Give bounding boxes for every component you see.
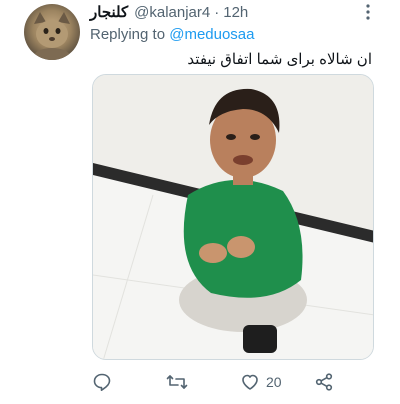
tweet[interactable]: کلنجار @kalanjar4 · 12h Replying to @med… [0, 0, 400, 404]
share-button[interactable] [314, 370, 334, 394]
tweet-header: کلنجار @kalanjar4 · 12h [90, 2, 248, 22]
reply-button[interactable] [92, 370, 112, 394]
like-button[interactable]: 20 [240, 370, 282, 394]
replying-to: Replying to @meduosaa [90, 26, 255, 43]
tweet-actions-bar: 20 [90, 370, 340, 394]
like-count: 20 [266, 374, 282, 390]
heart-icon [240, 372, 260, 392]
display-name[interactable]: کلنجار [90, 3, 128, 21]
avatar[interactable] [24, 4, 80, 60]
share-icon [314, 372, 334, 392]
more-options-icon[interactable] [358, 2, 378, 22]
tweet-media-photo[interactable] [92, 74, 374, 360]
replying-to-mention[interactable]: @meduosaa [169, 26, 254, 43]
separator-dot: · [214, 3, 220, 21]
retweet-button[interactable] [166, 370, 188, 394]
user-handle[interactable]: @kalanjar4 [134, 4, 210, 21]
replying-prefix: Replying to [90, 26, 166, 43]
reply-icon [92, 372, 112, 392]
tweet-text: ان شالاه برای شما اتفاق نیفتد [187, 51, 372, 68]
tweet-timestamp[interactable]: 12h [223, 4, 248, 21]
retweet-icon [166, 372, 188, 392]
